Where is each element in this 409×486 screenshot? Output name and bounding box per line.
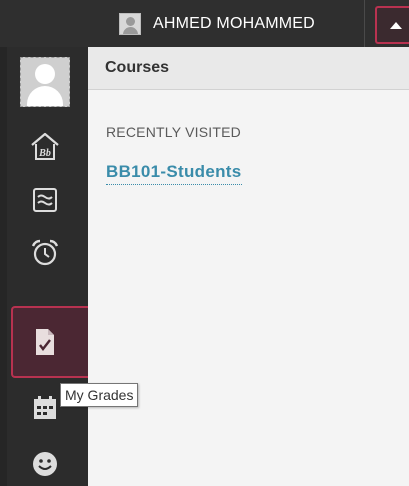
course-link-bb101[interactable]: BB101-Students — [106, 162, 242, 185]
recently-visited-label: RECENTLY VISITED — [106, 124, 241, 140]
calendar-button[interactable] — [25, 388, 65, 428]
due-dates-button[interactable] — [25, 233, 65, 273]
activity-stream-icon — [33, 188, 57, 212]
courses-panel — [88, 47, 409, 486]
panel-header: Courses — [88, 47, 409, 90]
messages-button[interactable] — [25, 444, 65, 484]
top-divider — [364, 0, 365, 47]
smiley-icon — [33, 452, 57, 476]
user-name: AHMED MOHAMMED — [153, 15, 315, 32]
menu-toggle-button[interactable] — [375, 6, 409, 44]
calendar-icon — [34, 396, 56, 419]
grades-icon-wrap — [25, 322, 65, 362]
blackboard-home-icon: Bb — [31, 132, 59, 160]
grades-icon — [36, 329, 54, 355]
alarm-clock-icon — [31, 239, 59, 266]
user-menu[interactable]: AHMED MOHAMMED — [119, 12, 315, 36]
profile-avatar-button[interactable] — [20, 57, 70, 107]
grades-tooltip: My Grades — [60, 383, 139, 407]
caret-up-icon — [390, 21, 402, 29]
activity-stream-button[interactable] — [25, 180, 65, 220]
panel-title: Courses — [105, 59, 170, 76]
user-avatar-icon — [119, 13, 141, 35]
institution-button[interactable]: Bb — [25, 126, 65, 166]
nav-rail-shade — [0, 47, 7, 486]
svg-text:Bb: Bb — [38, 148, 51, 159]
